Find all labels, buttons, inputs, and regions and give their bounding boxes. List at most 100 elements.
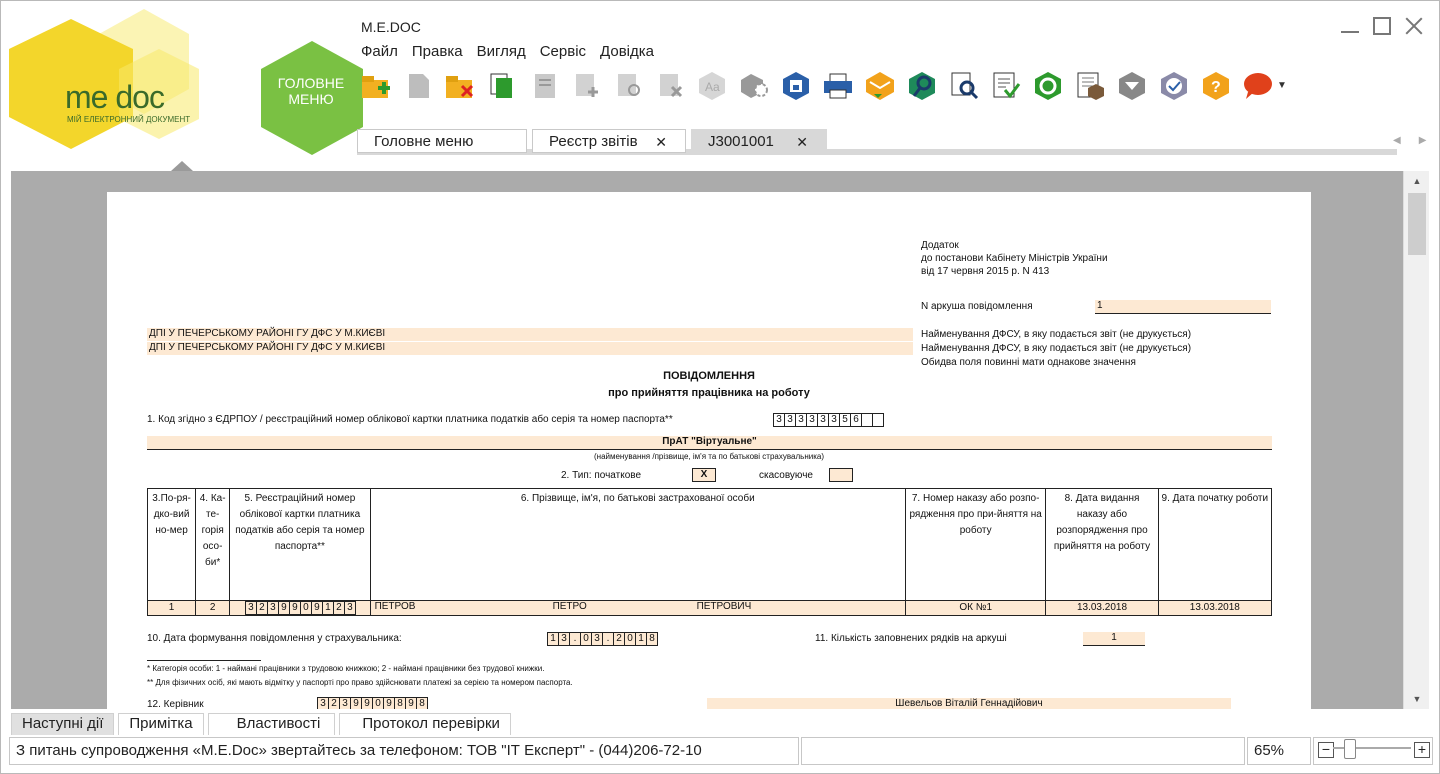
scroll-thumb[interactable] [1408, 193, 1426, 255]
new-doc-icon[interactable] [359, 68, 393, 102]
green-doc-icon[interactable] [485, 68, 519, 102]
doc-grey-icon[interactable] [527, 68, 561, 102]
type-label: 2. Тип: початкове [561, 470, 642, 481]
tab-right-icon[interactable]: ▶ [1419, 135, 1427, 146]
remove-row-icon[interactable] [653, 68, 687, 102]
verify-hex-icon[interactable] [1157, 68, 1191, 102]
status-bar: З питань супроводження «M.E.Doc» звертай… [9, 737, 1433, 765]
col-header-tax-id: 5. Реєстраційний номер облікової картки … [229, 488, 371, 601]
document-viewport[interactable]: Додаток до постанови Кабінету Міністрів … [11, 171, 1403, 709]
dfs-note-3: Обидва поля повинні мати однакове значен… [921, 357, 1136, 368]
row-start-date[interactable]: 13.03.2018 [1157, 600, 1273, 616]
calculator-icon[interactable] [1073, 68, 1107, 102]
tab-close-icon[interactable]: ✕ [655, 134, 667, 151]
appendix-line-2: до постанови Кабінету Міністрів України [921, 253, 1108, 264]
tab-j3001001[interactable]: J3001001 ✕ [691, 129, 827, 155]
footnote-1: * Категорія особи: 1 - наймані працівник… [147, 664, 545, 673]
tab-main-menu[interactable]: Головне меню [357, 129, 527, 153]
menu-help[interactable]: Довідка [600, 43, 654, 60]
menu-file[interactable]: Файл [361, 43, 398, 60]
status-empty-cell [801, 737, 1245, 765]
row-order[interactable]: ОК №1 [904, 600, 1047, 616]
maximize-icon[interactable] [1371, 15, 1393, 37]
type-initial-checkbox[interactable]: X [692, 468, 716, 482]
footnote-2: ** Для фізичних осіб, які мають відмітку… [147, 678, 573, 687]
appendix-line-3: від 17 червня 2015 р. N 413 [921, 266, 1050, 277]
dropdown-hex-icon[interactable] [1115, 68, 1149, 102]
row-tax-id[interactable]: 3239909123 [229, 600, 371, 616]
settings-gear-icon[interactable] [737, 68, 771, 102]
support-message: З питань супроводження «M.E.Doc» звертай… [9, 737, 799, 765]
scroll-up-icon[interactable]: ▲ [1404, 171, 1430, 191]
preview-search-icon[interactable] [947, 68, 981, 102]
col-header-full-name: 6. Прізвище, ім'я, по батькові застрахов… [369, 488, 906, 601]
code-cells[interactable]: 33333356 [773, 413, 884, 427]
delete-doc-icon[interactable] [443, 68, 477, 102]
add-row-icon[interactable] [569, 68, 603, 102]
refresh-icon[interactable] [1031, 68, 1065, 102]
document-tabs: Головне меню Реєстр звітів ✕ J3001001 ✕ [357, 129, 1397, 155]
head-tax-cells[interactable]: 3239909898 [317, 697, 428, 709]
menu-service[interactable]: Сервіс [540, 43, 586, 60]
spellcheck-icon[interactable]: Aa [695, 68, 729, 102]
col-header-number: 3.По-ря-дко-вий но-мер [146, 488, 197, 601]
minimize-icon[interactable] [1339, 15, 1361, 37]
dfs-name-field-1[interactable]: ДПІ У ПЕЧЕРСЬКОМУ РАЙОНІ ГУ ДФС У М.КИЄВ… [147, 328, 913, 341]
tab-reports-registry[interactable]: Реєстр звітів ✕ [532, 129, 686, 153]
rows-count-field[interactable]: 1 [1083, 632, 1145, 646]
print-icon[interactable] [821, 68, 855, 102]
tab-left-icon[interactable]: ◀ [1393, 135, 1401, 146]
menu-bar: Файл Правка Вигляд Сервіс Довідка [361, 43, 654, 60]
org-name-field[interactable]: ПрАТ "Віртуальне" [147, 436, 1272, 450]
dfs-name-field-2[interactable]: ДПІ У ПЕЧЕРСЬКОМУ РАЙОНІ ГУ ДФС У М.КИЄВ… [147, 342, 913, 355]
type-cancel-checkbox[interactable] [829, 468, 853, 482]
save-disk-icon[interactable] [779, 68, 813, 102]
row-full-name[interactable]: ПЕТРОВ ПЕТРО ПЕТРОВИЧ [369, 600, 906, 616]
tab-scroll-arrows: ◀ ▶ [1393, 135, 1426, 146]
vertical-scrollbar[interactable]: ▲ ▼ [1403, 171, 1429, 709]
checklist-icon[interactable] [989, 68, 1023, 102]
tab-properties[interactable]: Властивості [207, 713, 336, 735]
scroll-down-icon[interactable]: ▼ [1404, 689, 1430, 709]
type-cancel-label: скасовуюче [759, 470, 813, 481]
main-menu-button[interactable]: ГОЛОВНЕ МЕНЮ [259, 39, 365, 157]
toolbar-more-icon[interactable]: ▼ [1277, 80, 1287, 91]
row-order-date[interactable]: 13.03.2018 [1045, 600, 1159, 616]
send-envelope-icon[interactable] [863, 68, 897, 102]
window-title: M.E.DOC [361, 19, 421, 35]
bottom-panel-tabs: Наступні дії Примітка Властивості Проток… [11, 713, 515, 735]
code-label: 1. Код згідно з ЄДРПОУ / реєстраційний н… [147, 414, 673, 425]
doc-heading: ПОВІДОМЛЕННЯ [663, 370, 755, 382]
row-name: ПЕТРО [552, 601, 587, 612]
help-hex-icon[interactable]: ? [1199, 68, 1233, 102]
date-cells[interactable]: 13.03.2018 [547, 632, 658, 646]
employees-table: 3.По-ря-дко-вий но-мер 4. Ка-те-горія ос… [146, 488, 1273, 616]
zoom-in-button[interactable]: + [1414, 742, 1430, 758]
zoom-value: 65% [1247, 737, 1311, 765]
menu-edit[interactable]: Правка [412, 43, 463, 60]
tab-check-protocol[interactable]: Протокол перевірки [339, 713, 511, 735]
row-number[interactable]: 1 [146, 600, 197, 616]
close-icon[interactable] [1403, 15, 1425, 37]
edit-row-icon[interactable] [611, 68, 645, 102]
col-header-order-date: 8. Дата видання наказу або розпорядження… [1045, 488, 1159, 601]
sheet-number-field[interactable]: 1 [1095, 300, 1271, 314]
tab-close-icon[interactable]: ✕ [796, 134, 808, 151]
zoom-control: − + [1313, 737, 1433, 765]
table-row[interactable]: 1 2 3239909123 ПЕТРОВ ПЕТРО ПЕТРОВИЧ ОК … [146, 600, 1273, 616]
dfs-note-1: Найменування ДФСУ, в яку подається звіт … [921, 329, 1192, 340]
zoom-out-button[interactable]: − [1318, 742, 1334, 758]
copy-doc-icon[interactable] [401, 68, 435, 102]
menu-pointer-notch [171, 161, 193, 171]
row-category[interactable]: 2 [195, 600, 231, 616]
search-hex-icon[interactable] [905, 68, 939, 102]
tab-note[interactable]: Примітка [118, 713, 204, 735]
svg-text:?: ? [1211, 79, 1221, 96]
rows-count-label: 11. Кількість заповнених рядків на аркуш… [815, 633, 1007, 644]
chat-bubble-icon[interactable] [1241, 68, 1275, 102]
logo-text: me doc [65, 79, 165, 115]
zoom-slider-thumb[interactable] [1344, 739, 1356, 759]
menu-view[interactable]: Вигляд [477, 43, 526, 60]
tab-next-actions[interactable]: Наступні дії [11, 713, 115, 735]
head-name-field[interactable]: Шевельов Віталій Геннадійович [707, 698, 1231, 709]
